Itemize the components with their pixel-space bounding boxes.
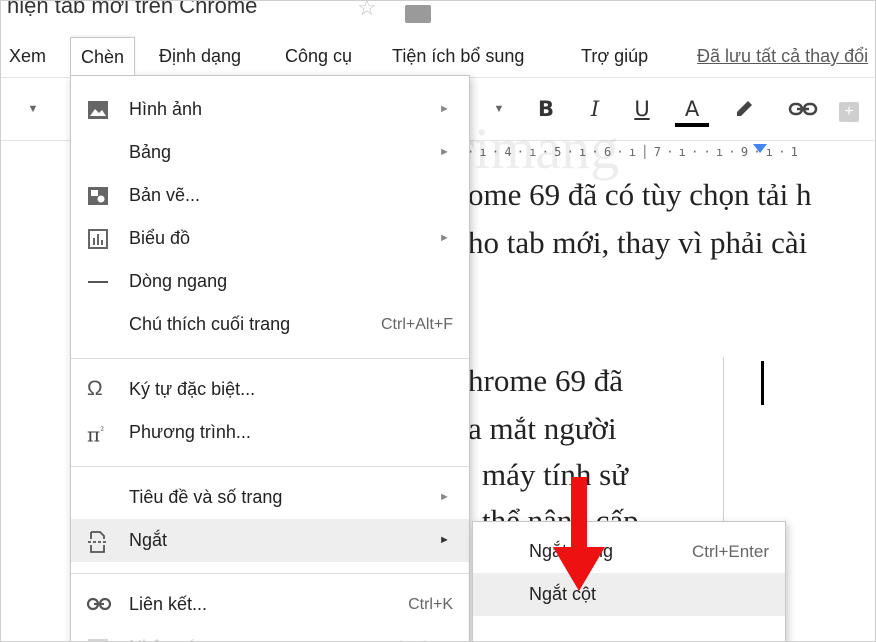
menu-bar: Xem Chèn Định dạng Công cụ Tiện ích bổ s… — [1, 37, 875, 75]
menu-item-comment: Nhận xét Ctrl+Alt+M — [71, 626, 469, 641]
drawing-icon — [87, 186, 109, 206]
submenu-item-column-break[interactable]: Ngắt cột — [473, 573, 785, 616]
submenu-arrow-icon: ► — [439, 232, 450, 244]
menu-format[interactable]: Định dạng — [159, 37, 241, 75]
shortcut-label: Ctrl+K — [408, 596, 453, 613]
menu-item-equation[interactable]: π² Phương trình... — [71, 411, 469, 454]
submenu-arrow-icon: ► — [439, 491, 450, 503]
menu-item-label: Nhận xét — [129, 626, 201, 641]
font-dropdown-arrow-icon[interactable]: ▼ — [25, 78, 41, 140]
document-line: ho tab mới, thay vì phải cài — [468, 225, 808, 260]
menu-help[interactable]: Trợ giúp — [581, 37, 648, 75]
shortcut-label: Ctrl+Alt+F — [380, 316, 453, 333]
submenu-arrow-icon: ► — [439, 534, 450, 546]
horizontal-line-icon — [87, 272, 109, 292]
insert-menu: Hình ảnh ► Bảng ► Bản vẽ... Biểu đồ ► Dò… — [70, 75, 470, 641]
menu-item-label: Phương trình... — [129, 422, 251, 442]
menu-item-label: Chú thích cuối trang — [129, 314, 291, 334]
menu-item-break[interactable]: Ngắt ► — [71, 519, 469, 562]
menu-item-label: Hình ảnh — [129, 99, 203, 119]
add-comment-icon[interactable]: + — [839, 102, 859, 122]
menu-divider — [71, 573, 469, 574]
menu-divider — [71, 466, 469, 467]
folder-icon[interactable] — [405, 5, 431, 23]
menu-view[interactable]: Xem — [9, 37, 46, 75]
star-icon[interactable]: ☆ — [357, 1, 377, 21]
chart-icon — [87, 229, 109, 249]
menu-item-link[interactable]: Liên kết... Ctrl+K — [71, 583, 469, 626]
shortcut-label: Ctrl+Alt+M — [377, 626, 453, 641]
document-line: hrome 69 đã — [468, 363, 623, 398]
indent-marker-icon[interactable] — [753, 144, 767, 153]
menu-item-headers-page-numbers[interactable]: Tiêu đề và số trang ► — [71, 476, 469, 519]
menu-item-label: Bảng — [129, 142, 172, 162]
underline-button[interactable]: U — [629, 78, 655, 140]
menu-item-label: Biểu đồ — [129, 228, 191, 248]
menu-item-label: Ký tự đặc biệt... — [129, 379, 256, 399]
break-submenu: Ngắt trang Ctrl+Enter Ngắt cột — [472, 521, 786, 641]
saved-status-link[interactable]: Đã lưu tất cả thay đổi — [697, 37, 868, 75]
menu-item-drawing[interactable]: Bản vẽ... — [71, 174, 469, 217]
text-color-button[interactable]: A — [675, 78, 709, 140]
menu-item-label: Liên kết... — [129, 594, 208, 614]
image-icon — [87, 100, 109, 120]
document-line: ome 69 đã có tùy chọn tải h — [468, 177, 812, 212]
highlight-pen-icon[interactable] — [729, 78, 759, 140]
menu-item-horizontal-line[interactable]: Dòng ngang — [71, 260, 469, 303]
menu-item-label: Tiêu đề và số trang — [129, 487, 283, 507]
shortcut-label: Ctrl+Enter — [692, 542, 769, 561]
page-break-icon — [87, 531, 109, 553]
app-window: hiện tab mới trên Chrome ☆ Xem Chèn Định… — [0, 0, 876, 642]
menu-item-table[interactable]: Bảng ► — [71, 131, 469, 174]
text-cursor — [761, 361, 764, 405]
menu-item-image[interactable]: Hình ảnh ► — [71, 88, 469, 131]
menu-item-chart[interactable]: Biểu đồ ► — [71, 217, 469, 260]
document-line: a mắt người — [468, 411, 617, 446]
omega-icon: Ω — [87, 377, 103, 400]
comment-icon — [87, 638, 109, 641]
menu-item-label: Dòng ngang — [129, 271, 228, 291]
menu-divider — [71, 358, 469, 359]
submenu-arrow-icon: ► — [439, 103, 450, 115]
red-arrow-annotation — [553, 477, 605, 591]
menu-item-special-characters[interactable]: Ω Ký tự đặc biệt... — [71, 368, 469, 411]
menu-addons[interactable]: Tiện ích bổ sung — [392, 37, 524, 75]
menu-item-footnote[interactable]: Chú thích cuối trang Ctrl+Alt+F — [71, 303, 469, 346]
link-icon — [86, 595, 112, 615]
menu-insert[interactable]: Chèn — [70, 37, 136, 75]
menu-item-label: Ngắt — [129, 530, 168, 550]
insert-link-icon[interactable] — [785, 78, 821, 140]
pi-icon: π² — [87, 422, 105, 447]
document-title[interactable]: hiện tab mới trên Chrome — [7, 1, 257, 19]
submenu-item-page-break[interactable]: Ngắt trang Ctrl+Enter — [473, 530, 785, 573]
submenu-arrow-icon: ► — [439, 146, 450, 158]
menu-tools[interactable]: Công cụ — [285, 37, 352, 75]
menu-item-label: Bản vẽ... — [129, 185, 201, 205]
